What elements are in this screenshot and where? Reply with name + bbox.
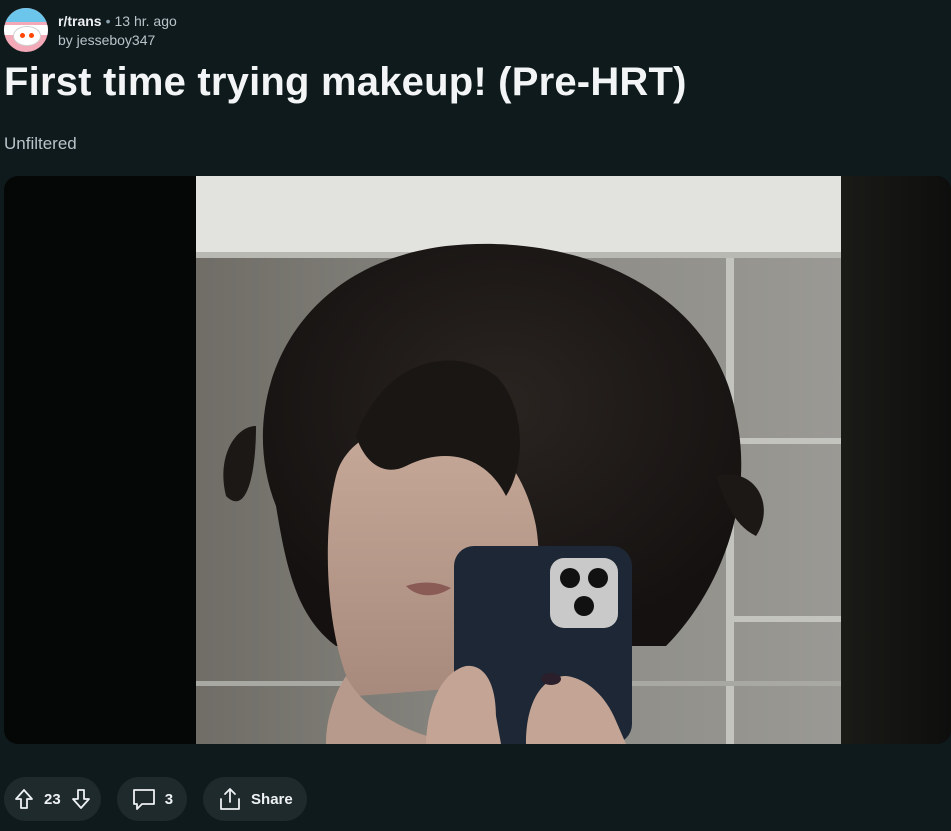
vote-bar: 23 xyxy=(4,777,101,821)
post-image xyxy=(196,176,841,744)
media-letterbox-right xyxy=(841,176,951,744)
comment-icon xyxy=(131,787,157,811)
share-icon xyxy=(217,786,243,812)
post-time: 13 hr. ago xyxy=(114,12,177,29)
post-title[interactable]: First time trying makeup! (Pre-HRT) xyxy=(4,60,687,105)
share-button[interactable]: Share xyxy=(203,777,307,821)
snoo-icon xyxy=(13,26,41,46)
subreddit-link[interactable]: r/trans xyxy=(58,13,102,29)
post-flair[interactable]: Unfiltered xyxy=(4,134,77,154)
vote-count: 23 xyxy=(44,790,61,808)
author-link[interactable]: by jesseboy347 xyxy=(58,32,177,48)
arrow-up-icon[interactable] xyxy=(14,788,34,810)
subreddit-avatar[interactable] xyxy=(4,8,48,52)
share-label: Share xyxy=(251,790,293,808)
comments-button[interactable]: 3 xyxy=(116,777,188,821)
post-media[interactable] xyxy=(4,176,951,744)
post-meta-top: r/trans • 13 hr. ago xyxy=(58,13,177,29)
post-meta: r/trans • 13 hr. ago by jesseboy347 xyxy=(58,13,177,48)
arrow-down-icon[interactable] xyxy=(71,788,91,810)
comment-count: 3 xyxy=(164,790,174,808)
meta-separator: • xyxy=(105,12,111,29)
post-header: r/trans • 13 hr. ago by jesseboy347 xyxy=(4,8,177,52)
post-actions: 23 3 Share xyxy=(4,777,307,821)
